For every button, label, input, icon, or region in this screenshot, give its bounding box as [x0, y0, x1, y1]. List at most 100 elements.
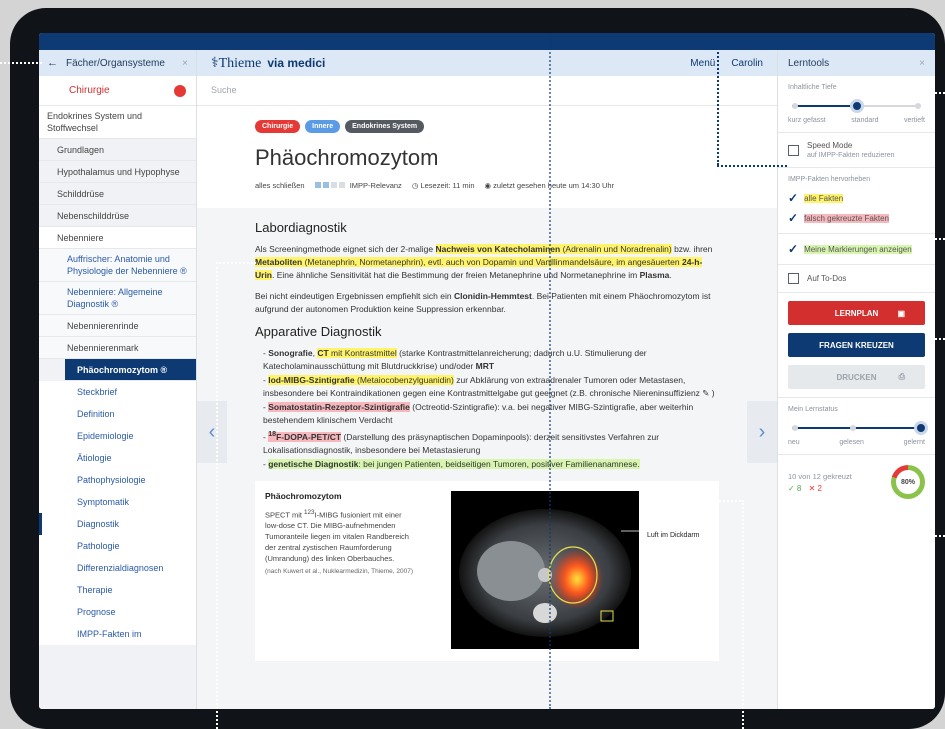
status-option-learned[interactable]: gelernt [904, 439, 925, 446]
learning-tools-title: Lerntools [788, 57, 830, 69]
prev-page-button[interactable]: ‹ [197, 401, 227, 463]
next-page-button[interactable]: › [747, 401, 777, 463]
sidebar-item-nebenniere[interactable]: Nebenniere [39, 227, 196, 249]
diagnostic-list: Sonografie, CT mit Kontrastmittel (stark… [255, 347, 719, 471]
tag-endokrines-system[interactable]: Endokrines System [345, 120, 425, 133]
sidebar-item-differenzialdiagnosen[interactable]: Differenzialdiagnosen [39, 557, 196, 579]
menu-button[interactable]: Menü [690, 58, 715, 69]
sidebar-item-allgemeine-diagnostik[interactable]: Nebenniere: Allgemeine Diagnostik ® [39, 282, 196, 315]
sidebar-item-endokrines-system[interactable]: Endokrines System und Stoffwechsel [39, 106, 196, 139]
image-annotation: Luft im Dickdarm [647, 531, 700, 539]
logo-suffix: via medici [267, 55, 326, 70]
close-icon[interactable]: × [919, 58, 925, 69]
chevron-left-icon: ‹ [208, 420, 216, 443]
depth-slider-handle[interactable] [849, 99, 864, 113]
checkmark-icon[interactable]: ✓ [788, 211, 798, 225]
annotation-line [896, 238, 945, 240]
printer-icon: ⎙ [898, 372, 905, 381]
chevron-right-icon: › [758, 420, 766, 443]
todos-checkbox[interactable] [788, 273, 799, 284]
depth-option-standard[interactable]: standard [851, 117, 878, 124]
sidebar-item-prognose[interactable]: Prognose [39, 601, 196, 623]
annotation-line [930, 338, 945, 340]
sidebar-item-epidemiologie[interactable]: Epidemiologie [39, 425, 196, 447]
annotation-line [742, 500, 744, 729]
back-label[interactable]: Fächer/Organsysteme [66, 58, 165, 69]
sidebar-item-pathophysiologie[interactable]: Pathophysiologie [39, 469, 196, 491]
depth-options: kurz gefasst standard vertieft [788, 117, 925, 124]
learning-status-handle[interactable] [914, 421, 928, 435]
subject-row[interactable]: Chirurgie [39, 76, 196, 106]
annotation-line [216, 262, 218, 729]
learning-status-options: neu gelesen gelernt [788, 439, 925, 446]
back-arrow-icon[interactable]: ← [47, 57, 58, 69]
clock-icon: ◷ [411, 181, 419, 190]
speed-mode-toggle[interactable]: Speed Mode auf IMPP-Fakten reduzieren [788, 141, 925, 159]
speed-mode-checkbox[interactable] [788, 144, 799, 156]
tag-chirurgie[interactable]: Chirurgie [255, 120, 301, 133]
sidebar-item-diagnostik[interactable]: Diagnostik [39, 513, 196, 535]
depth-slider[interactable] [788, 97, 925, 115]
status-option-new[interactable]: neu [788, 439, 800, 446]
logo-text: Thieme [218, 55, 262, 71]
my-marks-label: Meine Markierungen anzeigen [804, 244, 912, 254]
learning-status-label: Mein Lernstatus [788, 406, 838, 413]
sidebar-item-definition[interactable]: Definition [39, 403, 196, 425]
checkmark-icon[interactable]: ✓ [788, 191, 798, 205]
todos-label: Auf To-Dos [807, 274, 847, 283]
learning-status-slider[interactable] [788, 419, 928, 437]
annotation-line [928, 535, 945, 537]
figure-box: Phäochromozytom SPECT mit 123I-MIBG fusi… [255, 480, 719, 661]
thieme-logo[interactable]: ⚕Thieme via medici [211, 55, 325, 72]
todos-toggle[interactable]: Auf To-Dos [788, 273, 925, 284]
sidebar-item-nebenschilddruese[interactable]: Nebenschilddrüse [39, 205, 196, 227]
close-icon[interactable]: × [182, 58, 188, 69]
sidebar-item-nebennierenrinde[interactable]: Nebennierenrinde [39, 315, 196, 337]
wrong-facts-toggle[interactable]: ✓ falsch gekreuzte Fakten [788, 211, 925, 225]
paragraph-clonidin: Bei nicht eindeutigen Ergebnissen empfie… [255, 291, 711, 314]
checkmark-icon[interactable]: ✓ [788, 242, 798, 256]
my-marks-toggle[interactable]: ✓ Meine Markierungen anzeigen [788, 242, 925, 256]
depth-option-short[interactable]: kurz gefasst [788, 117, 826, 124]
impp-relevance: IMPP-Relevanz [314, 181, 402, 190]
search-input[interactable]: Suche [197, 76, 777, 106]
sidebar-item-pathologie[interactable]: Pathologie [39, 535, 196, 557]
ct-scan-image[interactable] [451, 490, 639, 649]
depth-label: Inhaltliche Tiefe [788, 84, 837, 91]
sidebar-item-phaeochromozytom[interactable]: Phäochromozytom ® [65, 359, 196, 381]
fragen-kreuzen-button[interactable]: FRAGEN KREUZEN [788, 333, 925, 357]
sidebar-item-impp-fakten[interactable]: IMPP-Fakten im [39, 623, 196, 645]
progress-donut: 80% [891, 465, 925, 499]
depth-section: Inhaltliche Tiefe kurz gefasst standard … [778, 76, 935, 133]
correct-count: ✓ 8 [788, 483, 802, 493]
calendar-icon: ▣ [897, 308, 905, 318]
user-name[interactable]: Carolin [731, 58, 763, 69]
impp-relevance-bar [314, 182, 345, 188]
depth-option-deep[interactable]: vertieft [904, 117, 925, 124]
status-option-read[interactable]: gelesen [839, 439, 864, 446]
tag-innere[interactable]: Innere [305, 120, 341, 133]
sidebar-item-aetiologie[interactable]: Ätiologie [39, 447, 196, 469]
sidebar-item-steckbrief[interactable]: Steckbrief [39, 381, 196, 403]
lernplan-button[interactable]: LERNPLAN ▣ [788, 301, 925, 325]
annotation-line [712, 500, 744, 502]
sidebar-item-therapie[interactable]: Therapie [39, 579, 196, 601]
sidebar-item-hypothalamus[interactable]: Hypothalamus und Hypophyse [39, 161, 196, 183]
sidebar-item-nebennierenmark[interactable]: Nebennierenmark [39, 337, 196, 359]
speed-mode-title: Speed Mode [807, 141, 853, 150]
wrong-facts-label: falsch gekreuzte Fakten [804, 213, 889, 223]
figure-caption: SPECT mit 123I-MIBG fusioniert mit einer… [265, 508, 414, 576]
all-facts-toggle[interactable]: ✓ alle Fakten [788, 191, 925, 205]
drucken-button[interactable]: DRUCKEN ⎙ [788, 365, 925, 389]
sidebar-item-auffrischer[interactable]: Auffrischer: Anatomie und Physiologie de… [39, 249, 196, 282]
impp-label: IMPP-Relevanz [349, 181, 402, 190]
annotation-line [717, 33, 719, 165]
close-all-link[interactable]: alles schließen [255, 181, 305, 190]
logo-mark-icon: ⚕ [211, 55, 219, 71]
sidebar-item-schilddruese[interactable]: Schilddrüse [39, 183, 196, 205]
subject-label: Chirurgie [69, 85, 110, 96]
heading-apparative-diagnostik: Apparative Diagnostik [255, 324, 382, 339]
sidebar-item-symptomatik[interactable]: Symptomatik [39, 491, 196, 513]
sidebar-item-grundlagen[interactable]: Grundlagen [39, 139, 196, 161]
speed-mode-section: Speed Mode auf IMPP-Fakten reduzieren [778, 133, 935, 168]
